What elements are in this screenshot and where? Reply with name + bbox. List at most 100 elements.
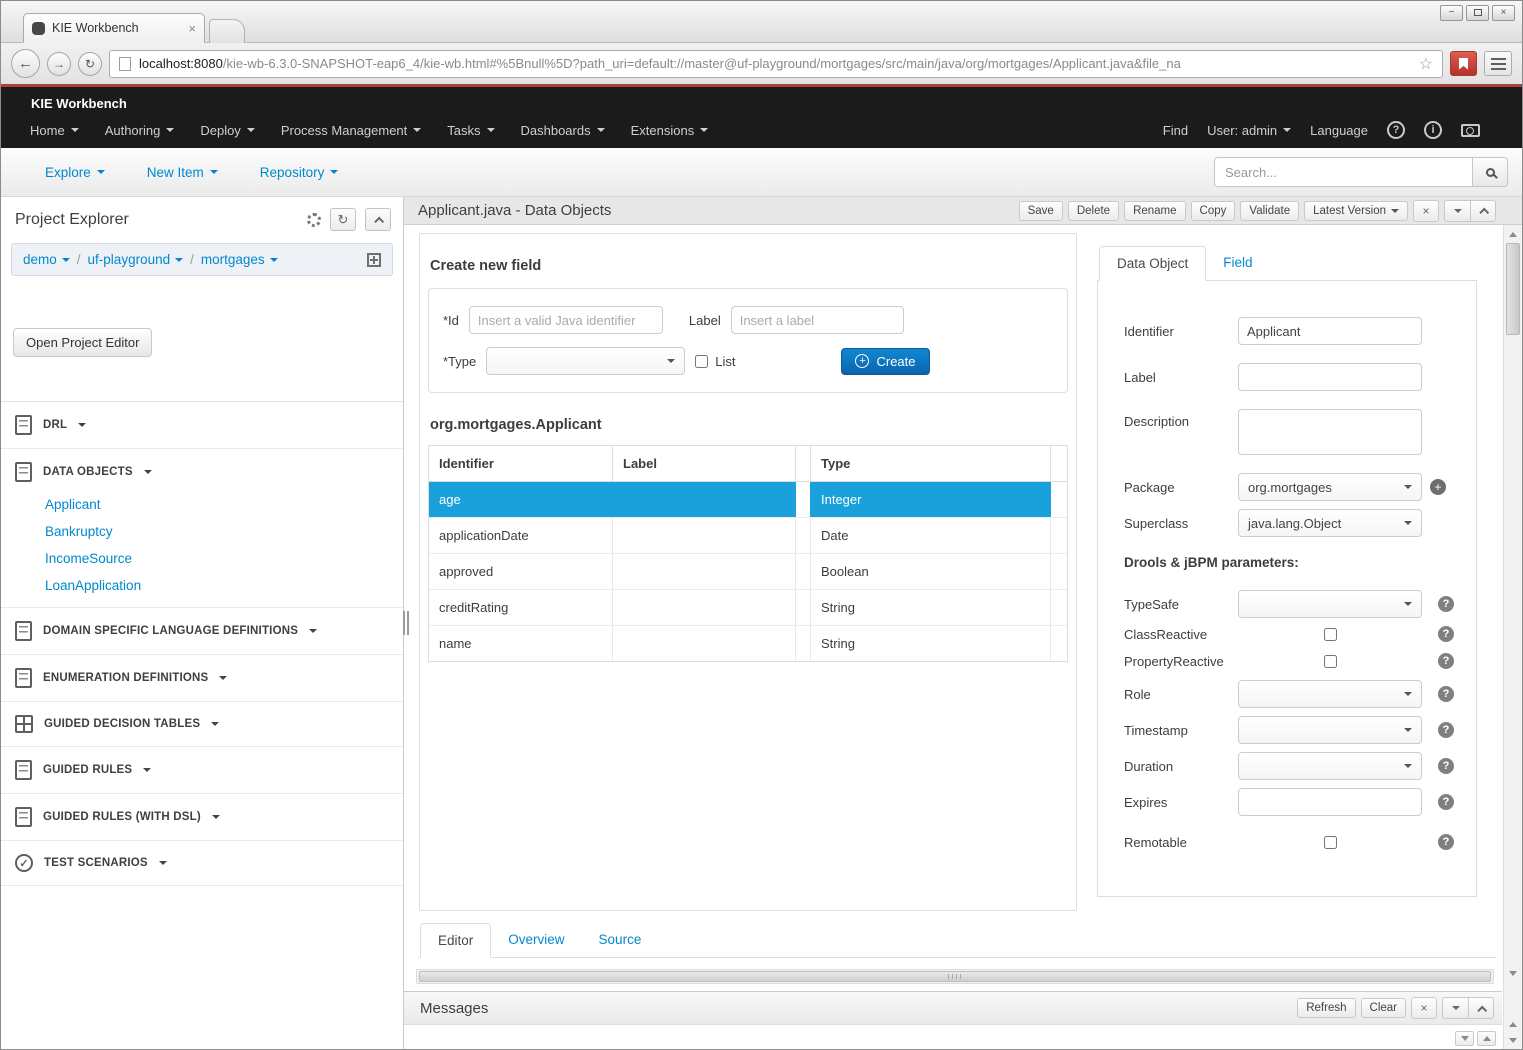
browser-menu-button[interactable] — [1484, 51, 1512, 76]
classreactive-checkbox[interactable] — [1324, 628, 1337, 641]
tab-close-icon[interactable]: × — [188, 21, 196, 36]
panel-menu-button[interactable] — [1444, 200, 1470, 222]
tree-header-data-objects[interactable]: DATA OBJECTS — [1, 449, 403, 495]
menu-language[interactable]: Language — [1310, 123, 1368, 138]
label-input[interactable] — [731, 306, 904, 334]
tree-header-test-scenarios[interactable]: ✓ TEST SCENARIOS — [1, 841, 403, 885]
tree-header-dsl[interactable]: DOMAIN SPECIFIC LANGUAGE DEFINITIONS — [1, 608, 403, 654]
minimize-button[interactable]: − — [1440, 5, 1463, 21]
table-row-age[interactable]: age Integer — [429, 482, 1067, 518]
refresh-messages-button[interactable]: Refresh — [1297, 998, 1355, 1018]
refresh-explorer-button[interactable]: ↻ — [330, 208, 356, 231]
menu-dashboards[interactable]: Dashboards — [508, 112, 618, 148]
open-project-editor-button[interactable]: Open Project Editor — [13, 328, 152, 357]
menu-home[interactable]: Home — [17, 112, 92, 148]
create-button[interactable]: +Create — [841, 348, 929, 375]
role-select[interactable] — [1238, 680, 1422, 708]
horizontal-scrollbar-thumb[interactable] — [419, 971, 1491, 982]
superclass-select[interactable]: java.lang.Object — [1238, 509, 1422, 537]
table-row-approved[interactable]: approved Boolean — [429, 554, 1067, 590]
close-editor-button[interactable]: × — [1413, 200, 1439, 222]
expires-input[interactable] — [1238, 788, 1422, 816]
collapse-panel-button[interactable] — [1470, 200, 1496, 222]
messages-scrollbar-up-button[interactable] — [1504, 1016, 1522, 1032]
duration-select[interactable] — [1238, 752, 1422, 780]
timestamp-select[interactable] — [1238, 716, 1422, 744]
timestamp-help-icon[interactable]: ? — [1438, 722, 1454, 738]
table-row-name[interactable]: name String — [429, 626, 1067, 661]
propertyreactive-help-icon[interactable]: ? — [1438, 653, 1454, 669]
col-label[interactable]: Label — [613, 446, 796, 482]
maximize-button[interactable] — [1466, 5, 1489, 21]
info-icon[interactable]: i — [1424, 121, 1442, 139]
save-button[interactable]: Save — [1019, 201, 1063, 221]
search-button[interactable] — [1472, 157, 1508, 187]
messages-scroll-down-button[interactable] — [1455, 1031, 1474, 1046]
tab-data-object[interactable]: Data Object — [1099, 246, 1206, 281]
menu-authoring[interactable]: Authoring — [92, 112, 188, 148]
clear-messages-button[interactable]: Clear — [1361, 998, 1406, 1018]
menu-find[interactable]: Find — [1163, 123, 1188, 138]
description-textarea[interactable] — [1238, 409, 1422, 455]
tab-editor[interactable]: Editor — [420, 923, 491, 958]
horizontal-scrollbar[interactable] — [416, 969, 1494, 984]
vertical-scrollbar[interactable] — [1503, 225, 1522, 1049]
messages-scroll-up-button[interactable] — [1477, 1031, 1496, 1046]
back-button[interactable]: ← — [11, 49, 40, 78]
scroll-up-button[interactable] — [1504, 226, 1522, 242]
help-icon[interactable]: ? — [1387, 121, 1405, 139]
messages-scrollbar-down-button[interactable] — [1504, 1032, 1522, 1048]
list-checkbox[interactable] — [695, 355, 708, 368]
menu-process-management[interactable]: Process Management — [268, 112, 434, 148]
label-input[interactable] — [1238, 363, 1422, 391]
expires-help-icon[interactable]: ? — [1438, 794, 1454, 810]
scroll-down-button[interactable] — [1504, 965, 1522, 981]
vertical-scrollbar-thumb[interactable] — [1506, 243, 1520, 335]
menu-deploy[interactable]: Deploy — [187, 112, 267, 148]
tab-source[interactable]: Source — [582, 923, 659, 957]
typesafe-help-icon[interactable]: ? — [1438, 596, 1454, 612]
data-object-applicant[interactable]: Applicant — [45, 497, 403, 512]
col-type[interactable]: Type — [811, 446, 1051, 482]
role-help-icon[interactable]: ? — [1438, 686, 1454, 702]
messages-menu-button[interactable] — [1442, 997, 1468, 1019]
url-bar[interactable]: localhost:8080 /kie-wb-6.3.0-SNAPSHOT-ea… — [109, 50, 1443, 78]
new-item-menu[interactable]: New Item — [147, 165, 218, 180]
add-package-icon[interactable]: + — [1430, 479, 1446, 495]
remotable-help-icon[interactable]: ? — [1438, 834, 1454, 850]
tab-field[interactable]: Field — [1206, 246, 1269, 280]
browser-tab[interactable]: KIE Workbench × — [23, 13, 205, 43]
classreactive-help-icon[interactable]: ? — [1438, 626, 1454, 642]
remotable-checkbox[interactable] — [1324, 836, 1337, 849]
tree-header-enums[interactable]: ENUMERATION DEFINITIONS — [1, 655, 403, 701]
expand-panel-icon[interactable] — [367, 253, 381, 267]
package-select[interactable]: org.mortgages — [1238, 473, 1422, 501]
propertyreactive-checkbox[interactable] — [1324, 655, 1337, 668]
data-object-incomesource[interactable]: IncomeSource — [45, 551, 403, 566]
tree-header-guided-rules-dsl[interactable]: GUIDED RULES (WITH DSL) — [1, 794, 403, 840]
col-identifier[interactable]: Identifier — [429, 446, 613, 482]
breadcrumb-project[interactable]: mortgages — [201, 252, 278, 267]
duration-help-icon[interactable]: ? — [1438, 758, 1454, 774]
repository-menu[interactable]: Repository — [260, 165, 339, 180]
data-object-bankruptcy[interactable]: Bankruptcy — [45, 524, 403, 539]
validate-button[interactable]: Validate — [1240, 201, 1299, 221]
gear-icon[interactable] — [307, 213, 321, 227]
search-input[interactable] — [1214, 157, 1472, 187]
close-messages-button[interactable]: × — [1411, 997, 1437, 1019]
new-tab-button[interactable] — [209, 19, 245, 43]
rename-button[interactable]: Rename — [1124, 201, 1185, 221]
reload-button[interactable]: ↻ — [78, 52, 102, 76]
collapse-explorer-button[interactable] — [365, 208, 391, 231]
identifier-input[interactable] — [1238, 317, 1422, 345]
table-row-applicationdate[interactable]: applicationDate Date — [429, 518, 1067, 554]
delete-button[interactable]: Delete — [1068, 201, 1119, 221]
typesafe-select[interactable] — [1238, 590, 1422, 618]
menu-extensions[interactable]: Extensions — [618, 112, 722, 148]
breadcrumb-org[interactable]: demo — [23, 252, 70, 267]
tree-header-decision-tables[interactable]: GUIDED DECISION TABLES — [1, 702, 403, 746]
tab-overview[interactable]: Overview — [491, 923, 581, 957]
bookmark-star-icon[interactable]: ☆ — [1419, 54, 1433, 74]
menu-tasks[interactable]: Tasks — [434, 112, 507, 148]
type-select[interactable] — [486, 347, 685, 375]
